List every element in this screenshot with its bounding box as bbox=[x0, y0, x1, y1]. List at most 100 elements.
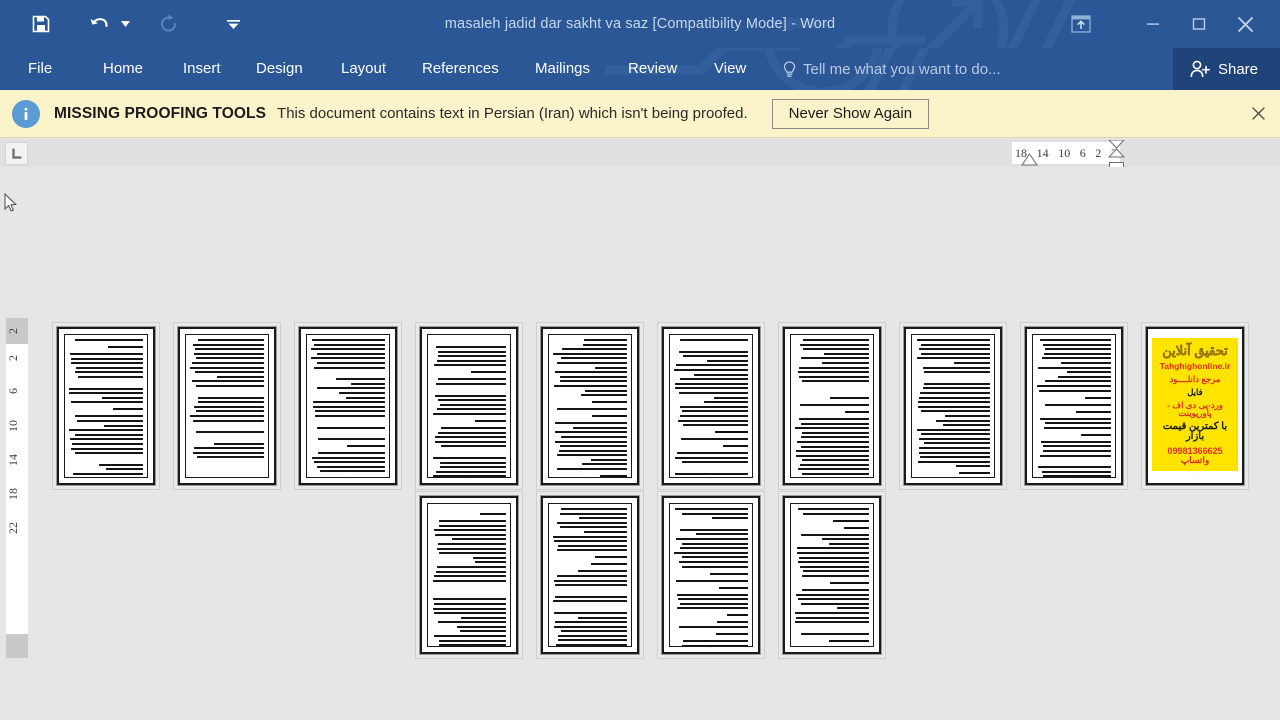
text-line bbox=[680, 339, 748, 341]
tab-stop-selector-button[interactable] bbox=[5, 142, 28, 165]
text-line bbox=[433, 456, 506, 459]
text-line bbox=[198, 396, 264, 399]
text-line bbox=[800, 436, 869, 439]
text-line bbox=[433, 529, 506, 532]
text-line bbox=[439, 403, 506, 406]
page-text-body bbox=[548, 503, 632, 647]
text-line bbox=[675, 508, 748, 510]
page-thumbnail[interactable]: . bbox=[899, 322, 1007, 490]
redo-button[interactable] bbox=[152, 9, 186, 39]
page-surface[interactable]: تحقیق آنلاین Tahghighonline.ir مرجع دانلــ… bbox=[1145, 326, 1245, 486]
text-line bbox=[195, 348, 264, 351]
tab-insert[interactable]: Insert bbox=[183, 48, 221, 90]
text-line bbox=[1037, 366, 1111, 369]
undo-dropdown[interactable] bbox=[116, 9, 134, 39]
page-text-body bbox=[548, 334, 632, 478]
customize-qat-button[interactable] bbox=[216, 9, 250, 39]
page-surface[interactable]: . bbox=[540, 495, 640, 655]
text-line bbox=[676, 364, 748, 367]
share-button[interactable]: Share bbox=[1172, 48, 1280, 90]
text-line bbox=[436, 547, 506, 550]
tell-me-search[interactable]: Tell me what you want to do... bbox=[783, 61, 1001, 78]
text-line bbox=[799, 403, 869, 406]
tab-design[interactable]: Design bbox=[256, 48, 303, 90]
text-line bbox=[346, 445, 385, 448]
page-surface[interactable]: . bbox=[661, 326, 761, 486]
text-line bbox=[554, 621, 627, 624]
tab-file[interactable]: File bbox=[28, 48, 52, 90]
page-thumbnail[interactable]: . bbox=[415, 322, 523, 490]
text-line bbox=[336, 378, 385, 381]
page-surface[interactable]: . bbox=[782, 326, 882, 486]
chevron-down-icon bbox=[120, 21, 130, 27]
text-line bbox=[1066, 371, 1111, 374]
text-line bbox=[923, 371, 990, 374]
page-surface[interactable]: . bbox=[419, 495, 519, 655]
page-thumbnail[interactable]: . bbox=[657, 322, 765, 490]
text-line bbox=[433, 602, 506, 605]
notification-close-button[interactable] bbox=[1246, 102, 1270, 126]
tab-home[interactable]: Home bbox=[103, 48, 143, 90]
page-thumbnail[interactable]: . bbox=[294, 322, 402, 490]
page-thumbnail[interactable]: تحقیق آنلاین Tahghighonline.ir مرجع دانلــ… bbox=[1141, 322, 1249, 490]
text-line bbox=[583, 530, 627, 533]
tab-review[interactable]: Review bbox=[628, 48, 677, 90]
minimize-button[interactable] bbox=[1130, 7, 1176, 41]
text-line bbox=[112, 408, 143, 411]
page-thumbnail[interactable]: . bbox=[778, 491, 886, 659]
text-line bbox=[77, 375, 143, 378]
ad-phone-number: 09981366625 واتساپ bbox=[1167, 445, 1223, 465]
text-line bbox=[440, 426, 506, 429]
text-line bbox=[797, 371, 869, 374]
text-line bbox=[916, 339, 990, 341]
text-line bbox=[796, 454, 869, 457]
restore-button[interactable] bbox=[1176, 7, 1222, 41]
page-thumbnail[interactable]: . bbox=[415, 491, 523, 659]
page-surface[interactable]: . bbox=[56, 326, 156, 486]
page-surface[interactable]: . bbox=[419, 326, 519, 486]
page-surface[interactable]: . bbox=[540, 326, 640, 486]
page-surface[interactable]: . bbox=[782, 495, 882, 655]
page-thumbnail[interactable]: . bbox=[657, 491, 765, 659]
page-thumbnail[interactable]: . bbox=[536, 491, 644, 659]
document-canvas[interactable]: 2 2 6 10 14 18 22 ......... تحقیق آنلاین T… bbox=[0, 167, 1280, 720]
text-line bbox=[837, 607, 869, 610]
tab-references[interactable]: References bbox=[422, 48, 499, 90]
tab-layout[interactable]: Layout bbox=[341, 48, 386, 90]
text-line bbox=[216, 375, 264, 378]
page-thumbnail[interactable]: . bbox=[536, 322, 644, 490]
text-line bbox=[1075, 410, 1111, 413]
first-line-indent-marker[interactable] bbox=[1021, 153, 1038, 166]
ribbon-display-options-button[interactable] bbox=[1054, 7, 1108, 41]
never-show-again-button[interactable]: Never Show Again bbox=[771, 98, 930, 129]
text-line bbox=[554, 611, 627, 614]
page-surface[interactable]: . bbox=[903, 326, 1003, 486]
page-footer-mark: . bbox=[831, 644, 833, 649]
text-line bbox=[475, 561, 506, 564]
page-thumbnail[interactable]: . bbox=[778, 322, 886, 490]
ad-line-1: مرجع دانلــــود bbox=[1169, 373, 1221, 384]
tab-view[interactable]: View bbox=[714, 48, 746, 90]
hruler-tick-10: 10 bbox=[1058, 145, 1071, 160]
page-surface[interactable]: . bbox=[177, 326, 277, 486]
page-text-body bbox=[790, 503, 874, 647]
save-button[interactable] bbox=[24, 9, 58, 39]
page-surface[interactable]: . bbox=[298, 326, 398, 486]
page-surface[interactable]: . bbox=[661, 495, 761, 655]
page-thumbnail[interactable]: . bbox=[52, 322, 160, 490]
text-line bbox=[438, 621, 506, 624]
undo-button[interactable] bbox=[82, 9, 116, 39]
page-thumbnail[interactable]: . bbox=[173, 322, 281, 490]
tab-mailings[interactable]: Mailings bbox=[535, 48, 590, 90]
close-button[interactable] bbox=[1222, 7, 1268, 41]
page-surface[interactable]: . bbox=[1024, 326, 1124, 486]
text-line bbox=[554, 579, 627, 582]
text-line bbox=[803, 348, 869, 351]
text-line bbox=[677, 593, 748, 596]
text-line bbox=[553, 384, 627, 387]
page-thumbnail[interactable]: . bbox=[1020, 322, 1128, 490]
